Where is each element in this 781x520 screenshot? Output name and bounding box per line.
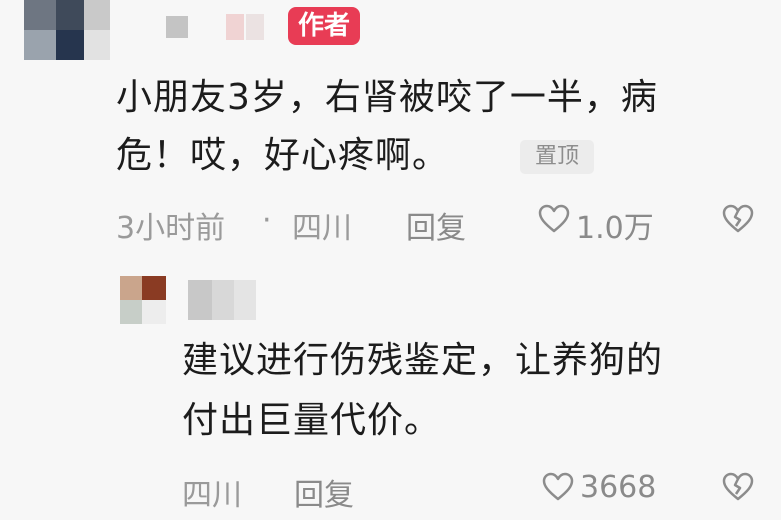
reply-avatar[interactable] [120,276,170,324]
reply-location: 四川 [182,478,242,513]
broken-heart-icon[interactable] [722,472,754,502]
broken-heart-icon[interactable] [722,204,754,234]
reply-text-line: 建议进行伤残鉴定，让养狗的 [182,340,664,381]
comment-location: 四川 [292,211,352,246]
username-pixel [234,280,256,320]
reply-button[interactable]: 回复 [406,203,466,247]
avatar-pixel [84,0,110,30]
username-pixel [188,280,212,320]
like-count: 3668 [580,470,657,505]
pinned-badge: 置顶 [520,140,594,174]
avatar-pixel [142,300,166,324]
username-blurred[interactable] [166,12,276,42]
avatar-pixel [84,30,110,60]
avatar-pixel [24,0,56,30]
comment-time: 3小时前 [116,211,226,246]
avatar-pixel [56,30,84,60]
reply-text-line: 付出巨量代价。 [182,400,442,441]
meta-separator: · [262,203,272,238]
username-pixel [246,14,264,40]
avatar-pixel [142,276,166,300]
reply-username-blurred[interactable] [188,280,268,320]
avatar-pixel [120,300,142,324]
username-pixel [226,14,244,40]
avatar-pixel [120,276,142,300]
comment-text-line: 危！哎，好心疼啊。 [116,135,450,176]
avatar-pixel [24,30,56,60]
comment-avatar[interactable] [14,0,114,60]
author-badge: 作者 [288,7,360,45]
comment-text-line: 小朋友3岁，右肾被咬了一半，病 [116,77,658,118]
heart-outline-icon[interactable] [538,204,570,234]
reply-button[interactable]: 回复 [294,470,354,514]
avatar-pixel [56,0,84,30]
username-pixel [212,280,234,320]
heart-outline-icon[interactable] [542,472,574,502]
like-count: 1.0万 [576,211,654,246]
username-pixel [166,16,188,38]
